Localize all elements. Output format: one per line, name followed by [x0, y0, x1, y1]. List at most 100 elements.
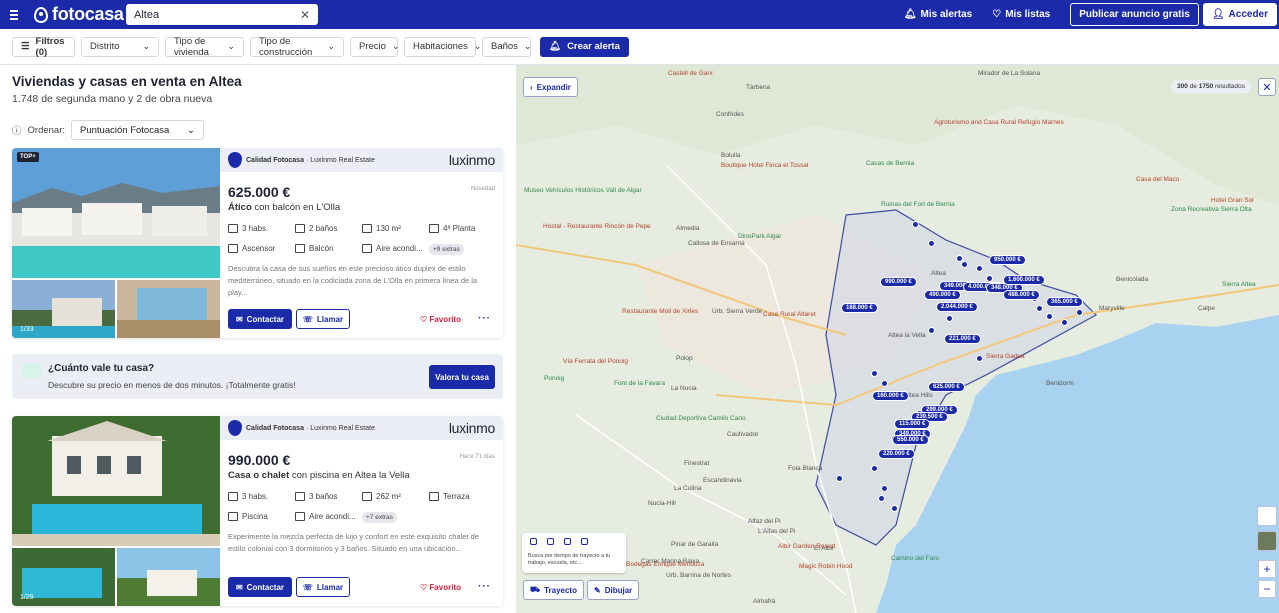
listing-title[interactable]: Ático con balcón en L'Olla: [228, 202, 340, 213]
poi-label[interactable]: Museo Vehículos Históricos Vall de Algar: [524, 187, 642, 194]
map-canvas[interactable]: [516, 65, 1279, 613]
clear-icon[interactable]: ✕: [300, 8, 310, 22]
poi-label[interactable]: Boutique Hotel Finca el Tossal: [721, 162, 808, 169]
filter-habitaciones[interactable]: Habitaciones ⌄: [404, 36, 481, 57]
listing-main-photo[interactable]: [12, 416, 220, 546]
price-marker[interactable]: 490.000 €: [924, 290, 961, 300]
filter-distrito[interactable]: Distrito ⌄: [81, 36, 159, 57]
price-marker[interactable]: 221.000 €: [944, 334, 981, 344]
listing-title[interactable]: Casa o chalet con piscina en Altea la Ve…: [228, 470, 410, 481]
property-marker[interactable]: [928, 240, 935, 247]
listing-card[interactable]: 1/29 Calidad Fotocasa · Luxinmo Real Est…: [12, 416, 503, 606]
price-marker[interactable]: 1.600.000 €: [1003, 275, 1045, 285]
property-marker[interactable]: [891, 505, 898, 512]
property-marker[interactable]: [836, 475, 843, 482]
poi-label[interactable]: DinoPark Algar: [738, 233, 781, 240]
poi-label[interactable]: Castell de Garx: [668, 70, 713, 77]
poi-label[interactable]: Casas de Bernia: [866, 160, 914, 167]
bike-icon[interactable]: [547, 538, 554, 545]
poi-label[interactable]: Font de la Favara: [614, 380, 665, 387]
agency-logo[interactable]: luxinmo: [449, 152, 495, 168]
property-marker[interactable]: [1076, 309, 1083, 316]
valuation-button[interactable]: Valora tu casa: [429, 365, 495, 389]
poi-label[interactable]: Ciudad Deportiva Camilo Cano: [656, 415, 746, 422]
search-box[interactable]: ✕: [126, 4, 318, 25]
property-marker[interactable]: [986, 275, 993, 282]
more-options-icon[interactable]: ···: [478, 581, 491, 592]
satellite-view-icon[interactable]: [1257, 531, 1277, 551]
filter-precio[interactable]: Precio ⌄: [350, 36, 399, 57]
property-marker[interactable]: [871, 370, 878, 377]
property-marker[interactable]: [912, 221, 919, 228]
poi-label[interactable]: Casa Rural Altaret: [763, 311, 816, 318]
price-marker[interactable]: 220.000 €: [878, 449, 915, 459]
filter-banos[interactable]: Baños ⌄: [482, 36, 531, 57]
poi-label[interactable]: Zona Recreativa Sierra Olta: [1171, 206, 1252, 213]
menu-icon[interactable]: [10, 9, 26, 20]
property-marker[interactable]: [976, 355, 983, 362]
price-marker[interactable]: 2.044.000 €: [936, 302, 978, 312]
zoom-in-icon[interactable]: +: [1258, 560, 1276, 578]
filter-tipo-construccion[interactable]: Tipo de construcción ⌄: [250, 36, 344, 58]
favorite-button[interactable]: ♡ Favorito: [420, 315, 461, 324]
draw-button[interactable]: ✎ Dibujar: [587, 580, 640, 600]
my-alerts-link[interactable]: 🔔︎ Mis alertas: [904, 9, 972, 20]
poi-label[interactable]: Magic Robin Hood: [799, 563, 852, 570]
price-marker[interactable]: 168.000 €: [841, 303, 878, 313]
listing-card[interactable]: TOP+ 1/33 Calidad Fotocasa · Luxinmo Rea…: [12, 148, 503, 338]
call-button[interactable]: ☏ Llamar: [296, 309, 350, 329]
filters-button[interactable]: ☰ Filtros (0): [12, 36, 75, 58]
property-marker[interactable]: [878, 495, 885, 502]
poi-label[interactable]: Mirador de La Solana: [978, 70, 1040, 77]
price-marker[interactable]: 950.000 €: [989, 255, 1026, 265]
property-marker[interactable]: [871, 465, 878, 472]
extras-badge[interactable]: +7 extras: [362, 512, 397, 523]
price-marker[interactable]: 115.000 €: [894, 419, 931, 429]
login-button[interactable]: 👤︎ Acceder: [1202, 3, 1277, 26]
listing-main-photo[interactable]: [12, 148, 220, 278]
poi-label[interactable]: Ponoig: [544, 375, 564, 382]
poi-label[interactable]: Sierra Altea: [1222, 281, 1256, 288]
property-marker[interactable]: [928, 327, 935, 334]
location-icon[interactable]: [1257, 506, 1277, 526]
property-marker[interactable]: [976, 265, 983, 272]
price-marker[interactable]: 550.000 €: [892, 435, 929, 445]
publish-button[interactable]: Publicar anuncio gratis: [1070, 3, 1199, 26]
listing-thumb-2[interactable]: [117, 548, 220, 606]
route-search-card[interactable]: Busca por tiempo de trayecto a tu trabaj…: [522, 533, 626, 573]
property-marker[interactable]: [881, 380, 888, 387]
poi-label[interactable]: Sierra Gadea: [986, 353, 1025, 360]
close-map-icon[interactable]: ✕: [1258, 78, 1276, 96]
poi-label[interactable]: Hostal - Restaurante Rincón de Pepe: [543, 223, 651, 230]
filter-tipo-vivienda[interactable]: Tipo de vivienda ⌄: [165, 36, 244, 58]
property-marker[interactable]: [946, 315, 953, 322]
favorite-button[interactable]: ♡ Favorito: [420, 583, 461, 592]
property-marker[interactable]: [1036, 305, 1043, 312]
price-marker[interactable]: 625.000 €: [928, 382, 965, 392]
property-marker[interactable]: [1046, 313, 1053, 320]
poi-label[interactable]: Restaurante Moli de Xirles: [622, 308, 698, 315]
poi-label[interactable]: Casa del Maco: [1136, 176, 1179, 183]
listing-thumb-2[interactable]: [117, 280, 220, 338]
extras-badge[interactable]: +9 extras: [429, 244, 464, 255]
contact-button[interactable]: ✉ Contactar: [228, 577, 292, 597]
expand-map-button[interactable]: ‹ Expandir: [523, 77, 578, 97]
walk-icon[interactable]: [530, 538, 537, 545]
car-icon[interactable]: [564, 538, 571, 545]
zoom-out-icon[interactable]: −: [1258, 580, 1276, 598]
poi-label[interactable]: Camino del Faro: [891, 555, 939, 562]
contact-button[interactable]: ✉ Contactar: [228, 309, 292, 329]
property-marker[interactable]: [881, 485, 888, 492]
price-marker[interactable]: 160.000 €: [872, 391, 909, 401]
sort-select[interactable]: Puntuación Fotocasa ⌄: [71, 120, 205, 140]
poi-label[interactable]: Hotel Gran Sol: [1211, 197, 1254, 204]
search-input[interactable]: [134, 8, 284, 21]
poi-label[interactable]: Vía Ferrata del Ponoig: [563, 358, 628, 365]
price-marker[interactable]: 990.000 €: [880, 277, 917, 287]
price-marker[interactable]: 365.000 €: [1046, 297, 1083, 307]
poi-label[interactable]: Ruinas del Fort de Bernia: [881, 201, 955, 208]
route-button[interactable]: ⛟ Trayecto: [523, 580, 584, 600]
poi-label[interactable]: Albir Garden Resort: [778, 543, 835, 550]
price-marker[interactable]: 488.000 €: [1003, 290, 1040, 300]
property-marker[interactable]: [1061, 319, 1068, 326]
